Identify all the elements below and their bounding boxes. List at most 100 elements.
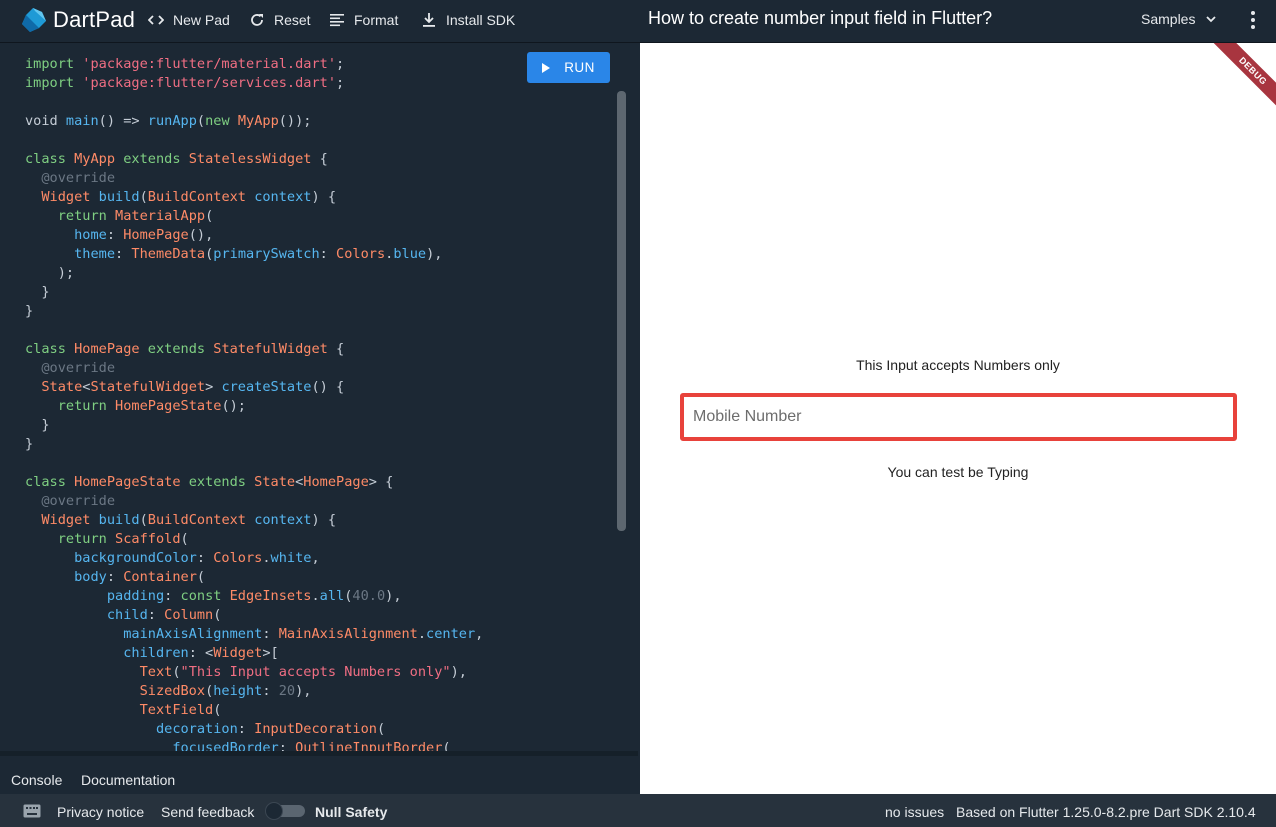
code-token: Scaffold xyxy=(115,531,181,547)
toggle-knob xyxy=(265,802,283,820)
code-token: 'package:flutter/services.dart' xyxy=(82,75,337,91)
code-token: height xyxy=(213,683,263,699)
code-token: ( xyxy=(213,702,222,718)
null-safety-toggle[interactable] xyxy=(265,802,305,820)
code-token: > { xyxy=(368,474,394,490)
code-token: Widget xyxy=(25,189,99,205)
code-line: decoration: InputDecoration( xyxy=(25,720,483,739)
editor-scrollbar[interactable] xyxy=(617,91,626,531)
code-token: ( xyxy=(196,113,206,129)
code-token: HomePageState xyxy=(74,474,189,490)
code-line: return MaterialApp( xyxy=(25,207,483,226)
code-token: ; xyxy=(336,75,345,91)
code-token: StatefulWidget xyxy=(90,379,206,395)
dartpad-logo[interactable]: DartPad xyxy=(22,6,135,34)
code-token: return xyxy=(25,531,116,547)
code-token: 20 xyxy=(278,683,296,699)
code-line: @override xyxy=(25,492,483,511)
code-token: { xyxy=(319,151,328,167)
code-token: ( xyxy=(213,607,222,623)
mobile-number-field[interactable] xyxy=(680,393,1237,441)
code-token: BuildContext xyxy=(147,189,255,205)
code-token: child xyxy=(25,607,148,623)
code-token: Widget xyxy=(25,512,99,528)
code-line: return Scaffold( xyxy=(25,530,483,549)
reset-button[interactable]: Reset xyxy=(249,0,311,40)
keyboard-icon[interactable] xyxy=(23,804,41,818)
code-token: : xyxy=(262,626,279,642)
code-line: TextField( xyxy=(25,701,483,720)
code-token: StatelessWidget xyxy=(188,151,320,167)
format-label: Format xyxy=(354,12,399,28)
run-button[interactable]: RUN xyxy=(527,52,610,83)
code-line: mainAxisAlignment: MainAxisAlignment.cen… xyxy=(25,625,483,644)
code-line: } xyxy=(25,283,483,302)
code-token: createState xyxy=(221,379,312,395)
code-token: } xyxy=(25,303,34,319)
code-token: "This Input accepts Numbers only" xyxy=(180,664,451,680)
code-token: all xyxy=(319,588,345,604)
code-line: SizedBox(height: 20), xyxy=(25,682,483,701)
send-feedback-link[interactable]: Send feedback xyxy=(161,804,254,820)
code-token: home xyxy=(25,227,107,243)
tab-documentation[interactable]: Documentation xyxy=(81,772,175,788)
code-line: import 'package:flutter/material.dart'; xyxy=(25,55,483,74)
code-token: StatefulWidget xyxy=(213,341,337,357)
code-token: ()); xyxy=(278,113,312,129)
code-token: center xyxy=(426,626,476,642)
code-line: return HomePageState(); xyxy=(25,397,483,416)
privacy-notice-link[interactable]: Privacy notice xyxy=(57,804,144,820)
code-token: } xyxy=(25,284,50,300)
code-token: ); xyxy=(25,265,75,281)
issues-status[interactable]: no issues xyxy=(885,804,944,820)
code-line: void main() => runApp(new MyApp()); xyxy=(25,112,483,131)
code-content[interactable]: import 'package:flutter/material.dart'; i… xyxy=(25,55,483,751)
new-pad-button[interactable]: New Pad xyxy=(148,0,230,40)
code-editor[interactable]: import 'package:flutter/material.dart'; i… xyxy=(0,43,638,751)
code-token: context xyxy=(254,189,312,205)
samples-dropdown[interactable]: Samples xyxy=(1141,11,1217,27)
run-label: RUN xyxy=(564,60,595,75)
code-token: context xyxy=(254,512,312,528)
code-token: ) { xyxy=(311,189,337,205)
code-line: class MyApp extends StatelessWidget { xyxy=(25,150,483,169)
code-line: child: Column( xyxy=(25,606,483,625)
code-token: ( xyxy=(139,512,148,528)
code-token: : < xyxy=(188,645,214,661)
code-token: padding xyxy=(25,588,165,604)
code-token: ), xyxy=(385,588,402,604)
code-token: TextField xyxy=(25,702,214,718)
code-line: home: HomePage(), xyxy=(25,226,483,245)
code-token: HomePage xyxy=(123,227,189,243)
more-vert-icon[interactable] xyxy=(1244,10,1262,30)
install-sdk-label: Install SDK xyxy=(446,12,516,28)
code-token: MaterialApp xyxy=(115,208,206,224)
code-token: . xyxy=(417,626,427,642)
code-token: : xyxy=(237,721,255,737)
samples-label: Samples xyxy=(1141,11,1196,27)
code-token: import xyxy=(25,75,83,91)
code-token: extends xyxy=(147,341,214,357)
code-token: @override xyxy=(25,360,116,376)
code-line: } xyxy=(25,435,483,454)
code-line: class HomePage extends StatefulWidget { xyxy=(25,340,483,359)
format-button[interactable]: Format xyxy=(329,0,398,40)
dart-logo-icon xyxy=(22,8,46,32)
code-token: InputDecoration xyxy=(254,721,377,737)
code-line: theme: ThemeData(primarySwatch: Colors.b… xyxy=(25,245,483,264)
code-token: BuildContext xyxy=(147,512,255,528)
code-line: ); xyxy=(25,264,483,283)
code-token: 'package:flutter/material.dart' xyxy=(82,56,337,72)
mobile-number-input[interactable] xyxy=(684,397,1233,437)
app-preview: DEBUG This Input accepts Numbers only Yo… xyxy=(640,43,1276,794)
code-token: @override xyxy=(25,493,116,509)
tab-console[interactable]: Console xyxy=(11,772,62,788)
code-token: , xyxy=(311,550,320,566)
code-token: Colors xyxy=(336,246,386,262)
preview-helper-text: You can test be Typing xyxy=(887,464,1029,480)
code-token: ( xyxy=(442,740,451,751)
install-sdk-button[interactable]: Install SDK xyxy=(421,0,515,40)
